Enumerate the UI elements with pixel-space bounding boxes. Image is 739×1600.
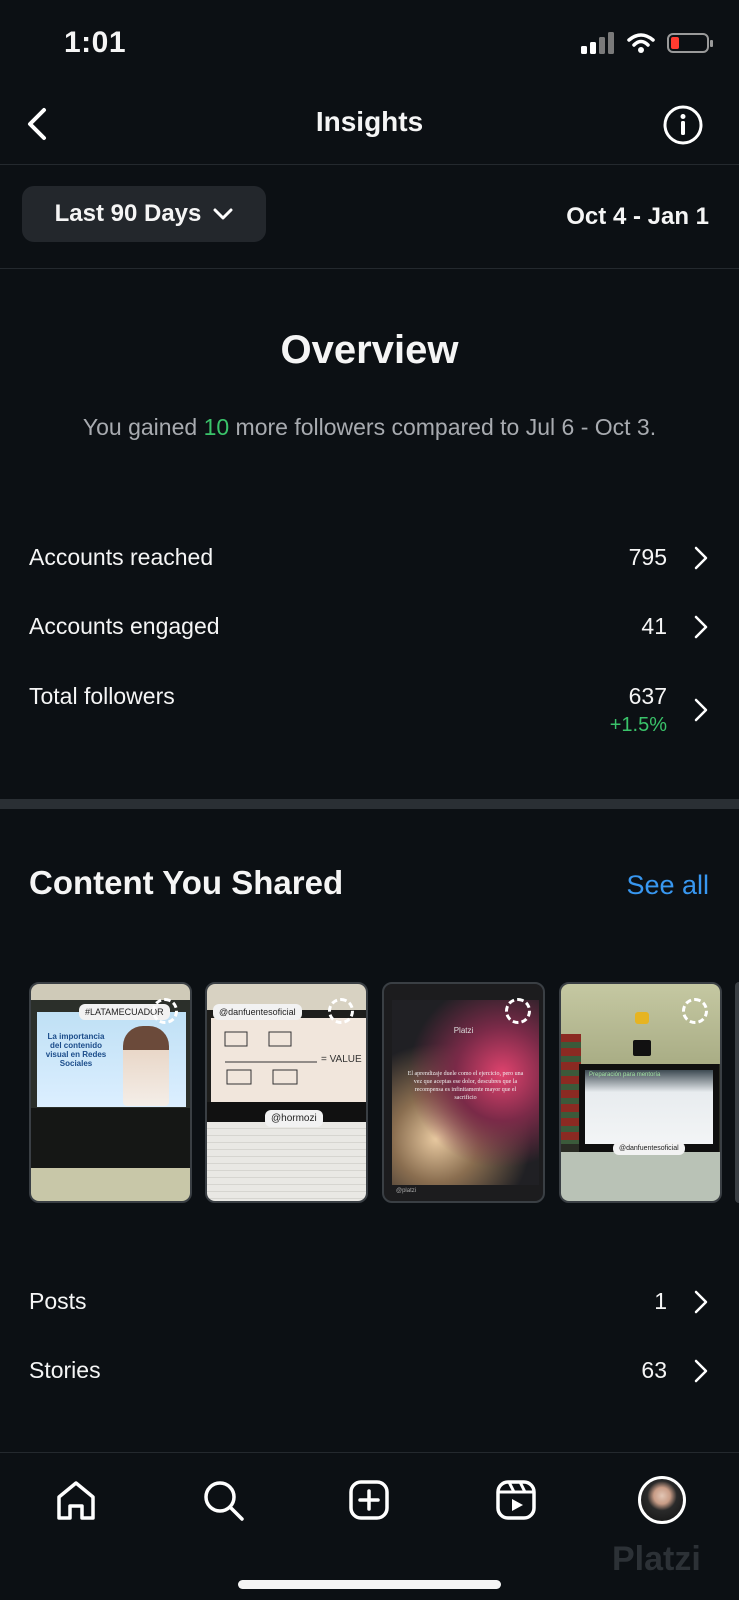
- chevron-right-icon[interactable]: [693, 1289, 709, 1315]
- battery-icon: [667, 33, 713, 53]
- profile-avatar[interactable]: [638, 1476, 686, 1524]
- chevron-right-icon[interactable]: [693, 697, 709, 723]
- thumbnail-footer: @platzi: [396, 1188, 417, 1194]
- metric-label: Total followers: [29, 683, 175, 709]
- create-post-icon[interactable]: [345, 1476, 393, 1524]
- content-row-stories[interactable]: [0, 1350, 739, 1410]
- story-thumbnail-partial[interactable]: [735, 982, 739, 1203]
- bottom-nav-divider: [0, 1452, 739, 1453]
- see-all-link[interactable]: See all: [626, 870, 709, 901]
- metric-label: Accounts reached: [29, 544, 214, 570]
- header-divider: [0, 164, 739, 165]
- metric-value: 41: [641, 613, 667, 639]
- mention-tag: @hormozi: [265, 1110, 323, 1127]
- content-row-posts[interactable]: [0, 1280, 739, 1340]
- chevron-down-icon: [213, 208, 233, 220]
- date-range-label: Last 90 Days: [54, 200, 202, 227]
- content-row-label: Stories: [29, 1357, 101, 1383]
- thumbnail-heading: Preparación para mentoría: [589, 1072, 661, 1078]
- gained-count: 10: [203, 414, 230, 440]
- mention-tag: @danfuentesoficial: [213, 1004, 302, 1020]
- overview-summary: You gained 10 more followers compared to…: [70, 412, 669, 443]
- followers-change: +1.5%: [609, 714, 667, 736]
- thumbnail-quote: El aprendizaje duele como el ejercicio, …: [407, 1071, 524, 1101]
- overview-title: Overview: [280, 328, 459, 372]
- status-icons: [581, 32, 713, 54]
- story-thumbnail[interactable]: La importancia del contenido visual en R…: [29, 982, 192, 1203]
- status-time: 1:01: [64, 26, 127, 59]
- mention-tag: @danfuentesoficial: [613, 1142, 685, 1155]
- section-divider: [0, 799, 739, 809]
- metric-label: Accounts engaged: [29, 613, 220, 639]
- content-row-value: 1: [654, 1288, 667, 1314]
- chevron-right-icon[interactable]: [693, 614, 709, 640]
- range-divider: [0, 268, 739, 269]
- story-ring-icon: [505, 998, 531, 1024]
- thumbnail-brand: Platzi: [453, 1026, 474, 1035]
- story-ring-icon: [328, 998, 354, 1024]
- story-ring-icon: [682, 998, 708, 1024]
- wifi-icon: [627, 33, 655, 53]
- date-range-text: Oct 4 - Jan 1: [566, 203, 709, 230]
- signal-icon: [581, 32, 614, 54]
- metric-value: 637: [628, 683, 667, 709]
- home-icon[interactable]: [52, 1476, 100, 1524]
- date-range-dropdown[interactable]: Last 90 Days: [22, 186, 266, 242]
- thumbnail-heading: La importancia del contenido visual en R…: [45, 1032, 107, 1068]
- summary-text-after: more followers compared to Jul 6 - Oct 3…: [229, 414, 657, 440]
- story-ring-icon: [152, 998, 178, 1024]
- info-icon[interactable]: [662, 104, 704, 146]
- sketch-value-label: = VALUE: [321, 1054, 362, 1065]
- content-row-value: 63: [641, 1357, 667, 1383]
- content-row-label: Posts: [29, 1288, 87, 1314]
- summary-text-before: You gained: [82, 414, 204, 440]
- chevron-right-icon[interactable]: [693, 1358, 709, 1384]
- home-indicator[interactable]: [238, 1580, 501, 1589]
- chevron-right-icon[interactable]: [693, 545, 709, 571]
- story-thumbnail[interactable]: Preparación para mentoría @danfuentesofi…: [559, 982, 722, 1203]
- search-icon[interactable]: [199, 1476, 247, 1524]
- metric-value: 795: [628, 544, 667, 570]
- platzi-watermark: Platzi: [612, 1540, 701, 1578]
- reels-icon[interactable]: [492, 1476, 540, 1524]
- story-thumbnail[interactable]: = VALUE @danfuentesoficial @hormozi: [205, 982, 368, 1203]
- page-title: Insights: [315, 106, 424, 137]
- story-thumbnail[interactable]: Platzi El aprendizaje duele como el ejer…: [382, 982, 545, 1203]
- content-section-title: Content You Shared: [29, 864, 344, 901]
